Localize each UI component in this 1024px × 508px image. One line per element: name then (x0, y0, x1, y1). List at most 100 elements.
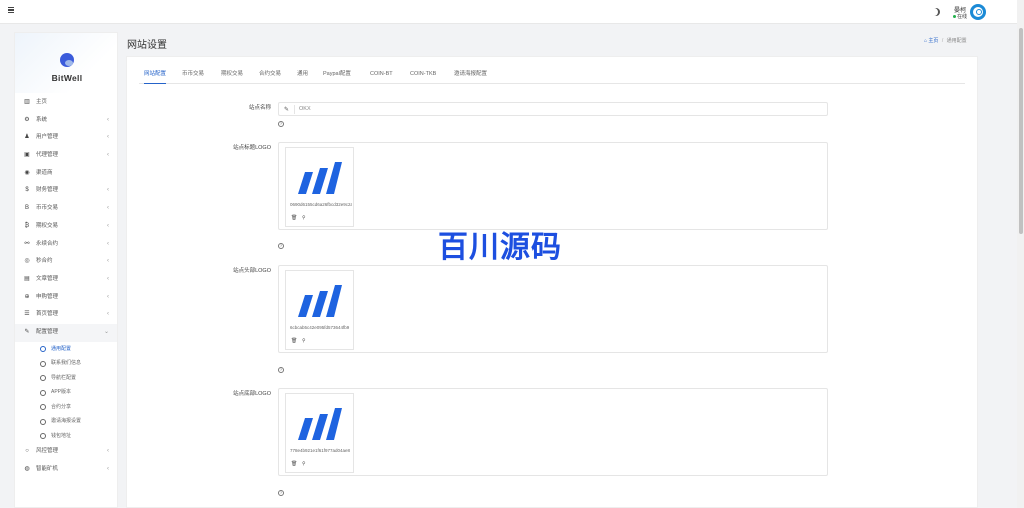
zoom-icon[interactable]: ⚲ (302, 215, 310, 221)
tab-invite-poster[interactable]: 邀请海报配置 (454, 69, 487, 84)
user-circle-icon: ◉ (24, 169, 30, 176)
tab-coin-bt[interactable]: COIN-BT (370, 69, 393, 84)
tab-paypal[interactable]: Paypal配置 (323, 69, 351, 84)
user-status-text: 在线 (957, 14, 968, 20)
sidebar-item[interactable]: B 币币交易 ‹ (15, 200, 117, 218)
sidebar-item[interactable]: $ 财务管理 ‹ (15, 182, 117, 200)
breadcrumb-home[interactable]: 主页 (928, 38, 938, 44)
help-icon[interactable]: ? (278, 121, 284, 127)
sidebar-item-label: 风控管理 (36, 448, 59, 455)
sidebar-subitem[interactable]: APP版本 (15, 385, 117, 400)
sidebar-item-label: 首页管理 (36, 311, 59, 318)
thumb-actions: 🗑 ⚲ (291, 461, 313, 467)
sidebar-item[interactable]: ⚙ 系统 ‹ (15, 112, 117, 130)
sidebar-item[interactable]: ☰ 首页管理 ‹ (15, 306, 117, 324)
chevron-icon: ‹ (107, 134, 109, 141)
bitcoin-circle-icon: ₿ (24, 222, 30, 229)
site-name-input[interactable]: ✎ OKX (278, 102, 828, 116)
circle-icon: ○ (25, 448, 29, 455)
watermark-text: 百川源码 (438, 230, 562, 265)
gear-icon: ⚙ (24, 116, 30, 123)
title-logo-label: 站点标题LOGO (233, 145, 271, 151)
delete-icon[interactable]: 🗑 (291, 338, 299, 344)
header-logo-thumb: 6cbcab5c42e095fd573644fb9 🗑 ⚲ (285, 270, 354, 350)
delete-icon[interactable]: 🗑 (291, 215, 299, 221)
sidebar-item-label: 用户管理 (36, 134, 59, 141)
thumb-actions: 🗑 ⚲ (291, 338, 313, 344)
delete-icon[interactable]: 🗑 (291, 461, 299, 467)
sidebar-subitem[interactable]: 联系我们信息 (15, 356, 117, 371)
chevron-icon: ⌄ (103, 328, 109, 335)
dark-mode-moon-icon[interactable] (932, 8, 940, 16)
user-status: 在线 (953, 13, 967, 20)
logo-stripes-icon (298, 285, 342, 317)
sidebar-item-label: 永续合约 (36, 240, 59, 247)
avatar[interactable] (970, 4, 986, 20)
footer-logo-upload[interactable]: 778e4b921e1f61f977ad04ae8 🗑 ⚲ (278, 388, 828, 476)
sidebar-subitem[interactable]: 通用配置 (15, 342, 117, 357)
tab-contract-trading[interactable]: 合约交易 (259, 69, 281, 84)
list-icon: ☰ (24, 311, 30, 318)
chevron-icon: ‹ (107, 293, 109, 300)
sidebar-item-label: 财务管理 (36, 187, 59, 194)
sidebar-item[interactable]: ⊕ 申购管理 ‹ (15, 289, 117, 307)
breadcrumb-separator: / (941, 38, 944, 44)
chevron-icon: ‹ (107, 258, 109, 265)
site-name-label: 站点名称 (248, 105, 271, 111)
sidebar-subitem[interactable]: 合约分享 (15, 400, 117, 415)
tab-coin-tkb[interactable]: COIN-TKB (410, 69, 436, 84)
sidebar-item[interactable]: ◍ 智能矿机 ‹ (15, 461, 117, 479)
sidebar-item[interactable]: ○ 风控管理 ‹ (15, 443, 117, 461)
help-icon[interactable]: ? (278, 490, 284, 496)
sidebar-subitem[interactable]: 导航栏配置 (15, 371, 117, 386)
chevron-icon: ‹ (107, 240, 109, 247)
sidebar-subitem[interactable]: 钱包地址 (15, 429, 117, 444)
sidebar-item[interactable]: ◎ 秒合约 ‹ (15, 253, 117, 271)
logo-stripes-icon (298, 408, 342, 440)
chevron-icon: ‹ (107, 311, 109, 318)
title-logo-upload[interactable]: 0690d6155cd6a26fbcd32e9c2a 🗑 ⚲ (278, 142, 828, 230)
chevron-icon: ‹ (107, 275, 109, 282)
sidebar-item[interactable]: ₿ 期权交易 ‹ (15, 218, 117, 236)
sidebar-subitem[interactable]: 邀请海报设置 (15, 414, 117, 429)
online-dot-icon (953, 15, 956, 19)
sidebar-item-label: 申购管理 (36, 293, 59, 300)
sidebar-item[interactable]: ▤ 文章管理 ‹ (15, 271, 117, 289)
scrollbar-thumb[interactable] (1019, 28, 1023, 234)
header-logo-upload[interactable]: 6cbcab5c42e095fd573644fb9 🗑 ⚲ (278, 265, 828, 353)
target-icon: ◎ (24, 258, 30, 265)
brand-logo-icon (60, 53, 74, 67)
chart-icon: ▥ (24, 99, 30, 105)
sidebar-item[interactable]: ♟ 用户管理 ‹ (15, 129, 117, 147)
tab-options-trading[interactable]: 期权交易 (221, 69, 243, 84)
settings-tabs: 网站配置 币币交易 期权交易 合约交易 通用 Paypal配置 COIN-BT … (139, 67, 965, 84)
zoom-icon[interactable]: ⚲ (302, 338, 310, 344)
dollar-icon: $ (25, 187, 29, 194)
site-name-value[interactable]: OKX (299, 106, 311, 112)
tab-spot-trading[interactable]: 币币交易 (182, 69, 204, 84)
pencil-icon: ✎ (284, 107, 290, 113)
zoom-icon[interactable]: ⚲ (302, 461, 310, 467)
tab-general[interactable]: 通用 (297, 69, 308, 84)
sidebar: BitWell ▥ 主页 ⚙ 系统 ‹ ♟ 用户管理 ‹ ▣ 代理管理 ‹ ◉ 渠道商 $ 财务管理 ‹ B 币币… (14, 32, 118, 508)
id-card-icon: ▣ (24, 152, 30, 159)
header-logo-label: 站点头部LOGO (233, 268, 271, 274)
chevron-icon: ‹ (107, 222, 109, 229)
sidebar-item[interactable]: ✎ 配置管理 ⌄ (15, 323, 117, 342)
sidebar-item-label: 文章管理 (36, 275, 59, 282)
page-title: 网站设置 (127, 40, 167, 51)
help-icon[interactable]: ? (278, 243, 284, 249)
help-icon[interactable]: ? (278, 367, 284, 373)
tab-site-config[interactable]: 网站配置 (144, 69, 167, 84)
bitcoin-icon: B (24, 205, 29, 212)
sidebar-item-label: 系统 (36, 116, 48, 123)
breadcrumb-current: 通用配置 (946, 38, 967, 44)
footer-logo-label: 站点底部LOGO (233, 391, 271, 397)
sidebar-item[interactable]: ◉ 渠道商 (15, 165, 117, 183)
sidebar-item[interactable]: ▣ 代理管理 ‹ (15, 147, 117, 165)
sidebar-item[interactable]: ⚯ 永续合约 ‹ (15, 236, 117, 254)
header-logo-filename: 6cbcab5c42e095fd573644fb9 (290, 325, 350, 330)
hamburger-menu-icon[interactable] (8, 7, 14, 14)
sidebar-item[interactable]: ▥ 主页 (15, 94, 117, 112)
globe-icon: ◍ (24, 465, 30, 472)
